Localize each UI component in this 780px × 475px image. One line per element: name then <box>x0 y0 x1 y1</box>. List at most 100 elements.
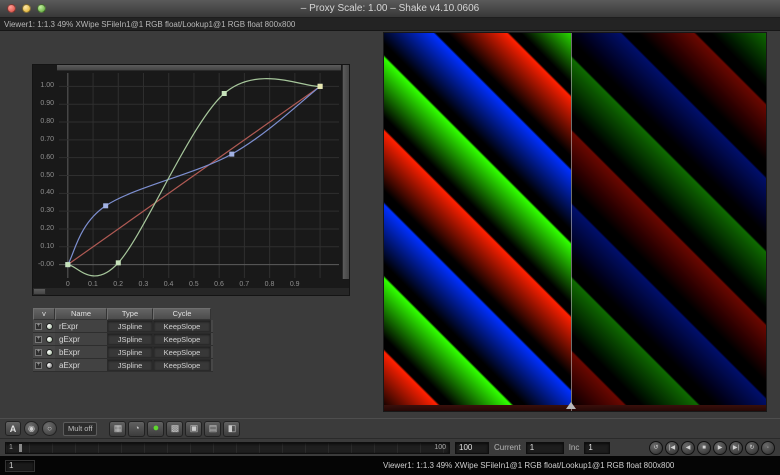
channel-name: gExpr <box>55 333 107 345</box>
channel-visibility-icon[interactable] <box>44 333 55 345</box>
expand-icon[interactable]: + <box>35 349 42 356</box>
timeline-slider[interactable]: 1 100 <box>5 442 450 454</box>
channel-table: v Name Type Cycle +rExprJSplineKeepSlope… <box>33 308 213 372</box>
key-point[interactable] <box>229 152 234 157</box>
channel-visibility-icon[interactable] <box>44 320 55 332</box>
channel-cycle-button[interactable]: KeepSlope <box>153 359 211 371</box>
inc-label: Inc <box>569 443 580 452</box>
flipbook[interactable]: ◦ <box>761 441 775 455</box>
curve-editor-vscrollbar[interactable] <box>342 65 349 279</box>
channel-dot-icon[interactable] <box>46 336 53 343</box>
timeline-bar: 1 100 100 Current 1 Inc 1 ↺|◀◀■▶▶|↻◦ <box>0 438 780 456</box>
table-header: v Name Type Cycle <box>33 308 213 320</box>
workspace: 1.000.900.800.700.600.500.400.300.200.10… <box>0 31 780 418</box>
channel-type-button[interactable]: JSpline <box>107 346 153 358</box>
x-tick-label: 0.2 <box>113 281 123 288</box>
proxy-grid-icon[interactable]: ▩ <box>166 421 183 437</box>
step-end[interactable]: ▶| <box>729 441 743 455</box>
selected-key-point[interactable] <box>318 84 323 89</box>
header-type: Type <box>107 308 153 320</box>
close-button[interactable] <box>7 4 16 13</box>
channel-cycle-button[interactable]: KeepSlope <box>153 333 211 345</box>
grid-icon[interactable]: ▦ <box>109 421 126 437</box>
key-point[interactable] <box>103 203 108 208</box>
row-expand-toggle[interactable]: + <box>33 359 44 371</box>
channel-dot-icon[interactable] <box>46 362 53 369</box>
row-expand-toggle[interactable]: + <box>33 346 44 358</box>
x-tick-label: 0.1 <box>88 281 98 288</box>
scrollbar-corner[interactable] <box>33 288 46 295</box>
loop-forward[interactable]: ↻ <box>745 441 759 455</box>
row-expand-toggle[interactable]: + <box>33 333 44 345</box>
step-start[interactable]: |◀ <box>665 441 679 455</box>
y-axis-labels: 1.000.900.800.700.600.500.400.300.200.10… <box>33 73 57 278</box>
y-tick-label: 0.40 <box>40 189 54 196</box>
y-tick-label: 0.20 <box>40 225 54 232</box>
channel-type-button[interactable]: JSpline <box>107 333 153 345</box>
end-frame-field[interactable]: 100 <box>455 442 489 454</box>
header-visibility: v <box>33 308 55 320</box>
frame-field[interactable]: 1 <box>5 460 35 472</box>
channel-cycle-button[interactable]: KeepSlope <box>153 320 211 332</box>
playback-controls: ↺|◀◀■▶▶|↻◦ <box>649 441 775 455</box>
mult-off-button[interactable]: Mult off <box>63 422 97 436</box>
monitor-icon[interactable]: ◧ <box>223 421 240 437</box>
channel-view-button[interactable]: A <box>5 421 21 436</box>
y-tick-label: 0.70 <box>40 136 54 143</box>
viewer-image-right <box>571 33 766 411</box>
channel-visibility-icon[interactable] <box>44 346 55 358</box>
key-point[interactable] <box>116 260 121 265</box>
expand-icon[interactable]: + <box>35 336 42 343</box>
status-bar-text: Viewer1: 1:1.3 49% XWipe SFileIn1@1 RGB … <box>383 461 674 470</box>
x-tick-label: 0.5 <box>189 281 199 288</box>
y-tick-label: 0.10 <box>40 243 54 250</box>
y-tick-label: 0.90 <box>40 100 54 107</box>
key-point[interactable] <box>65 262 70 267</box>
layout-icon[interactable]: ▤ <box>204 421 221 437</box>
curve-editor-hscrollbar[interactable] <box>57 65 341 71</box>
info-icon[interactable]: ○ <box>42 421 57 436</box>
table-row[interactable]: +aExprJSplineKeepSlope <box>33 359 213 372</box>
channel-cycle-button[interactable]: KeepSlope <box>153 346 211 358</box>
x-tick-label: 0.9 <box>290 281 300 288</box>
row-expand-toggle[interactable]: + <box>33 320 44 332</box>
key-point[interactable] <box>222 91 227 96</box>
wipe-divider[interactable] <box>571 33 572 411</box>
window-title: – Proxy Scale: 1.00 – Shake v4.10.0606 <box>0 0 780 17</box>
channel-dot-icon[interactable] <box>46 349 53 356</box>
zoom-button[interactable] <box>37 4 46 13</box>
current-frame-field[interactable]: 1 <box>526 442 564 454</box>
expand-icon[interactable]: + <box>35 323 42 330</box>
expand-icon[interactable]: + <box>35 362 42 369</box>
channel-type-button[interactable]: JSpline <box>107 320 153 332</box>
x-tick-label: 0.8 <box>265 281 275 288</box>
play-backward[interactable]: ◀ <box>681 441 695 455</box>
increment-field[interactable]: 1 <box>584 442 610 454</box>
play-forward[interactable]: ▶ <box>713 441 727 455</box>
curve-editor-bottom-strip <box>33 288 349 295</box>
loop-backward[interactable]: ↺ <box>649 441 663 455</box>
compare-icon[interactable]: ◉ <box>24 421 39 436</box>
timeline-end-label: 100 <box>434 444 446 451</box>
channel-visibility-icon[interactable] <box>44 359 55 371</box>
x-tick-label: 0.7 <box>239 281 249 288</box>
film-icon[interactable]: ▣ <box>185 421 202 437</box>
update-icon[interactable]: ● <box>147 421 164 437</box>
channel-dot-icon[interactable] <box>46 323 53 330</box>
image-viewer[interactable] <box>383 32 767 412</box>
minimize-button[interactable] <box>22 4 31 13</box>
curve-editor[interactable]: 1.000.900.800.700.600.500.400.300.200.10… <box>32 64 350 296</box>
clock-icon[interactable]: ◔ <box>128 421 145 437</box>
titlebar[interactable]: – Proxy Scale: 1.00 – Shake v4.10.0606 <box>0 0 780 18</box>
y-tick-label: 0.50 <box>40 172 54 179</box>
channel-type-button[interactable]: JSpline <box>107 359 153 371</box>
x-tick-label: 0 <box>66 281 70 288</box>
table-row[interactable]: +bExprJSplineKeepSlope <box>33 346 213 359</box>
table-row[interactable]: + gExprJSplineKeepSlope <box>33 333 213 346</box>
wipe-handle-icon[interactable] <box>566 402 576 409</box>
stop[interactable]: ■ <box>697 441 711 455</box>
x-tick-label: 0.4 <box>164 281 174 288</box>
table-row[interactable]: +rExprJSplineKeepSlope <box>33 320 213 333</box>
curve-plot[interactable] <box>59 73 339 278</box>
playhead[interactable] <box>19 444 22 452</box>
